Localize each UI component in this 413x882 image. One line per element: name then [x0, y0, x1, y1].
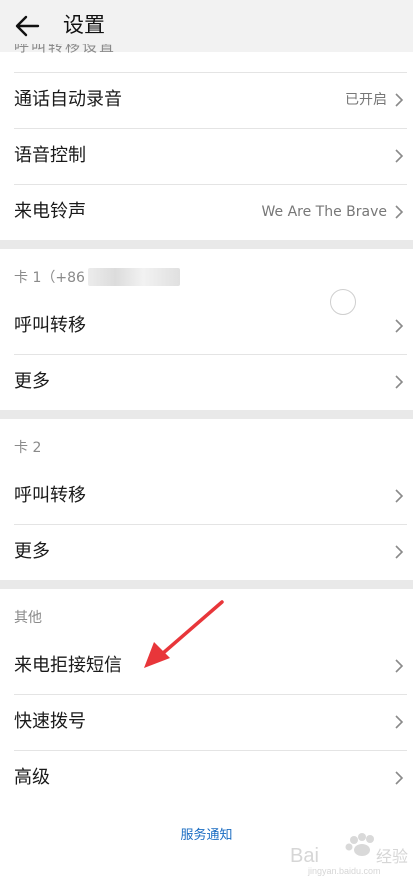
row-label: 呼叫转移: [14, 485, 86, 506]
row-label: 更多: [14, 541, 50, 562]
chevron-right-icon: [395, 545, 404, 559]
section-gap: [0, 580, 413, 589]
chevron-right-icon: [395, 93, 404, 107]
row-label: 高级: [14, 767, 50, 788]
section-title-sim1: 卡 1（+86: [14, 270, 85, 286]
ringtone-row[interactable]: 来电铃声 We Are The Brave: [0, 184, 413, 240]
row-label: 语音控制: [14, 145, 86, 166]
row-label: 通话自动录音: [14, 89, 122, 110]
divider: [14, 72, 407, 73]
sim2-more-row[interactable]: 更多: [0, 524, 413, 580]
chevron-right-icon: [395, 375, 404, 389]
row-label: 来电铃声: [14, 201, 86, 222]
row-value: 已开启: [345, 92, 387, 108]
chevron-right-icon: [395, 149, 404, 163]
section-title-other: 其他: [14, 610, 42, 626]
row-label: 更多: [14, 371, 50, 392]
svg-text:经验: 经验: [376, 847, 408, 866]
arrow-left-icon: [15, 15, 40, 37]
sim1-call-forwarding-row[interactable]: 呼叫转移: [0, 298, 413, 354]
chevron-right-icon: [395, 771, 404, 785]
sim2-call-forwarding-row[interactable]: 呼叫转移: [0, 468, 413, 524]
chevron-right-icon: [395, 715, 404, 729]
svg-text:Bai: Bai: [290, 845, 319, 867]
section-gap: [0, 240, 413, 249]
voice-control-row[interactable]: 语音控制: [0, 128, 413, 184]
row-value: We Are The Brave: [261, 204, 387, 220]
row-label: 来电拒接短信: [14, 655, 122, 676]
sim1-more-row[interactable]: 更多: [0, 354, 413, 410]
svg-text:jingyan.baidu.com: jingyan.baidu.com: [307, 866, 381, 876]
app-header: 设置 呼叫转移设置: [0, 0, 413, 54]
row-label: 呼叫转移: [14, 315, 86, 336]
baidu-jingyan-watermark: Bai 经验 jingyan.baidu.com: [290, 833, 408, 876]
chevron-right-icon: [395, 319, 404, 333]
chevron-right-icon: [395, 659, 404, 673]
partially-visible-item: 呼叫转移设置: [14, 44, 117, 54]
section-gap: [0, 410, 413, 419]
chevron-right-icon: [395, 489, 404, 503]
section-title-sim2: 卡 2: [14, 440, 42, 456]
page-title: 设置: [63, 13, 105, 37]
row-label: 快速拨号: [14, 711, 86, 732]
advanced-row[interactable]: 高级: [0, 750, 413, 806]
annotation-arrow-icon: [144, 600, 224, 668]
speed-dial-row[interactable]: 快速拨号: [0, 694, 413, 750]
call-recording-row[interactable]: 通话自动录音 已开启: [0, 72, 413, 128]
back-button[interactable]: [12, 10, 44, 42]
masked-phone-number: [88, 268, 180, 286]
chevron-right-icon: [395, 205, 404, 219]
